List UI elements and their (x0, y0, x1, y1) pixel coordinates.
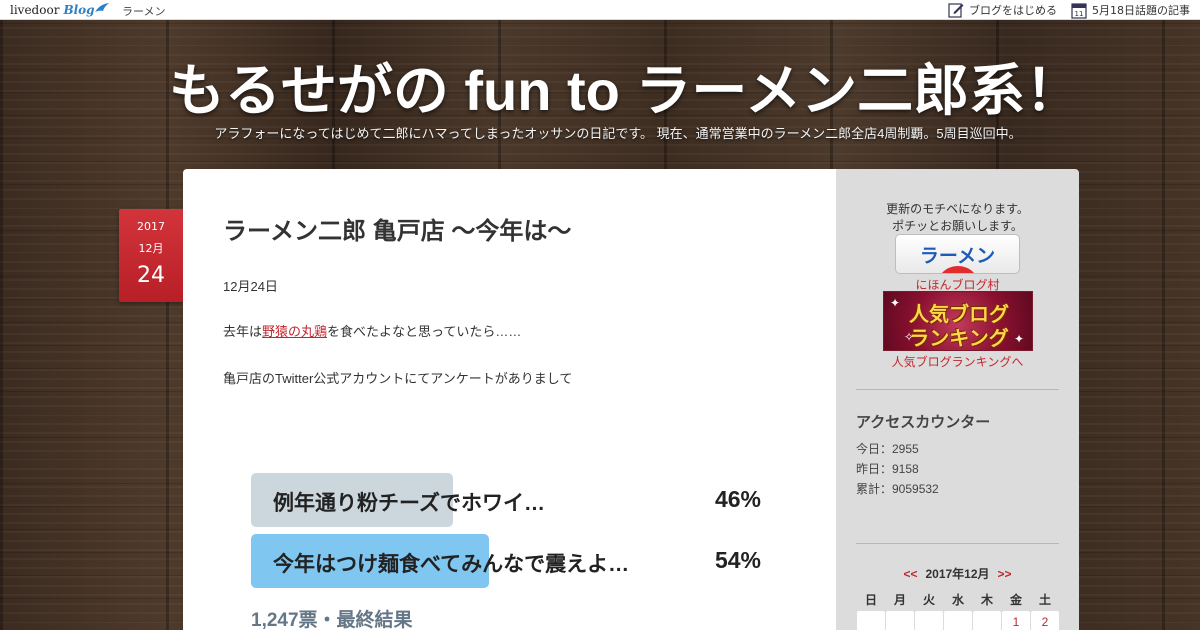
motivation-line: 更新のモチベになります。 (886, 202, 1029, 216)
divider (856, 543, 1059, 544)
motivation-text: 更新のモチベになります。 ポチッとお願いします。 (836, 201, 1079, 235)
calendar-prev-link[interactable]: << (903, 567, 917, 581)
article-title[interactable]: ラーメン二郎 亀戸店 〜今年は〜 (223, 211, 571, 246)
logo-blog-text: Blog (63, 3, 95, 17)
calendar-weekdays: 日 月 火 水 木 金 土 (857, 591, 1059, 608)
poll-option-label: 今年はつけ麺食べてみんなで震えよ… (273, 553, 630, 576)
calendar-icon: 11 (1071, 2, 1087, 19)
twitter-poll-image: 例年通り粉チーズでホワイ… 46% 今年はつけ麺食べてみんなで震えよ… 54% … (251, 469, 761, 630)
divider (856, 389, 1059, 390)
date-day: 24 (137, 263, 165, 288)
blog-description: アラフォーになってはじめて二郎にハマってしまったオッサンの日記です。 現在、通常… (214, 126, 1022, 141)
article-paragraph: 去年は野猿の丸鶏を食べたよなと思っていたら…… (223, 321, 521, 340)
calendar-day-link[interactable]: 2 (1031, 611, 1059, 630)
calendar-header: << 2017年12月 >> (836, 565, 1079, 582)
calendar-month: 2017年12月 (925, 567, 990, 581)
motivation-line: ポチッとお願いします。 (892, 219, 1023, 233)
poll-option-label: 例年通り粉チーズでホワイ… (273, 492, 545, 515)
weekday-label: 木 (980, 593, 993, 607)
logo-livedoor-text: livedoor (10, 3, 60, 17)
wing-icon (95, 3, 109, 12)
counter-yesterday: 昨日：9158 (856, 462, 919, 476)
counter-today: 今日：2955 (856, 442, 919, 456)
calendar-day-link[interactable]: 1 (1002, 611, 1030, 630)
edit-icon (948, 3, 964, 18)
livedoor-blog-logo[interactable]: livedoor Blog (10, 3, 109, 17)
poll-votes-result: 1,247票・最終結果 (251, 610, 413, 630)
poll-option-percent: 54% (714, 547, 761, 573)
sidebar: 更新のモチベになります。 ポチッとお願いします。 ラーメン にほんブログ村 ✦ … (836, 169, 1079, 630)
weekday-label: 水 (951, 593, 964, 607)
topbar-category-link[interactable]: ラーメン (122, 3, 166, 19)
calendar-cell (886, 611, 914, 630)
article-date-line: 12月24日 (223, 279, 278, 294)
weekday-label: 金 (1009, 593, 1022, 607)
poll-option-percent: 46% (714, 486, 761, 512)
calendar-next-link[interactable]: >> (998, 567, 1012, 581)
weekday-label: 月 (893, 593, 906, 607)
weekday-label: 火 (922, 593, 935, 607)
paragraph-text: を食べたよなと思っていたら…… (327, 324, 522, 339)
ramen-button-label: ラーメン (919, 246, 996, 267)
popular-ranking-link[interactable]: 人気ブログランキングへ (836, 353, 1079, 370)
date-year: 2017 (137, 220, 165, 233)
banner-line: ランキング (909, 328, 1009, 350)
calendar-cell (857, 611, 885, 630)
calendar-cell (915, 611, 943, 630)
date-month: 12月 (138, 242, 164, 255)
popular-blog-ranking-banner[interactable]: ✦ ✦ ✧ 人気ブログ ランキング (883, 291, 1033, 351)
weekday-label: 土 (1038, 593, 1051, 607)
start-blog-label: ブログをはじめる (969, 4, 1057, 17)
livedoor-topbar: livedoor Blog ラーメン ブログをはじめる 11 5月18日話題の記事 (0, 0, 1200, 20)
paragraph-text: 去年は (223, 324, 263, 339)
calendar-cell (944, 611, 972, 630)
calendar-week-row: 1 2 (857, 611, 1059, 630)
blog-title[interactable]: もるせがの fun to ラーメン二郎系！ (0, 46, 1200, 127)
weekday-label: 日 (864, 593, 877, 607)
svg-text:11: 11 (1075, 10, 1084, 18)
post-date-badge: 2017 12月 24 (119, 209, 183, 302)
counter-total: 累計：9059532 (856, 482, 939, 496)
topic-articles-label: 5月18日話題の記事 (1092, 4, 1190, 17)
calendar-cell (973, 611, 1001, 630)
article-card: ラーメン二郎 亀戸店 〜今年は〜 12月24日 去年は野猿の丸鶏を食べたよなと思… (183, 169, 836, 630)
noen-marudori-link[interactable]: 野猿の丸鶏 (262, 324, 327, 339)
access-counter-title: アクセスカウンター (856, 414, 991, 431)
start-blog-link[interactable]: ブログをはじめる (948, 2, 1057, 18)
topic-articles-link[interactable]: 11 5月18日話題の記事 (1071, 2, 1190, 19)
ramen-ranking-button[interactable]: ラーメン (895, 234, 1020, 274)
article-paragraph: 亀戸店のTwitter公式アカウントにてアンケートがありまして (223, 371, 573, 386)
